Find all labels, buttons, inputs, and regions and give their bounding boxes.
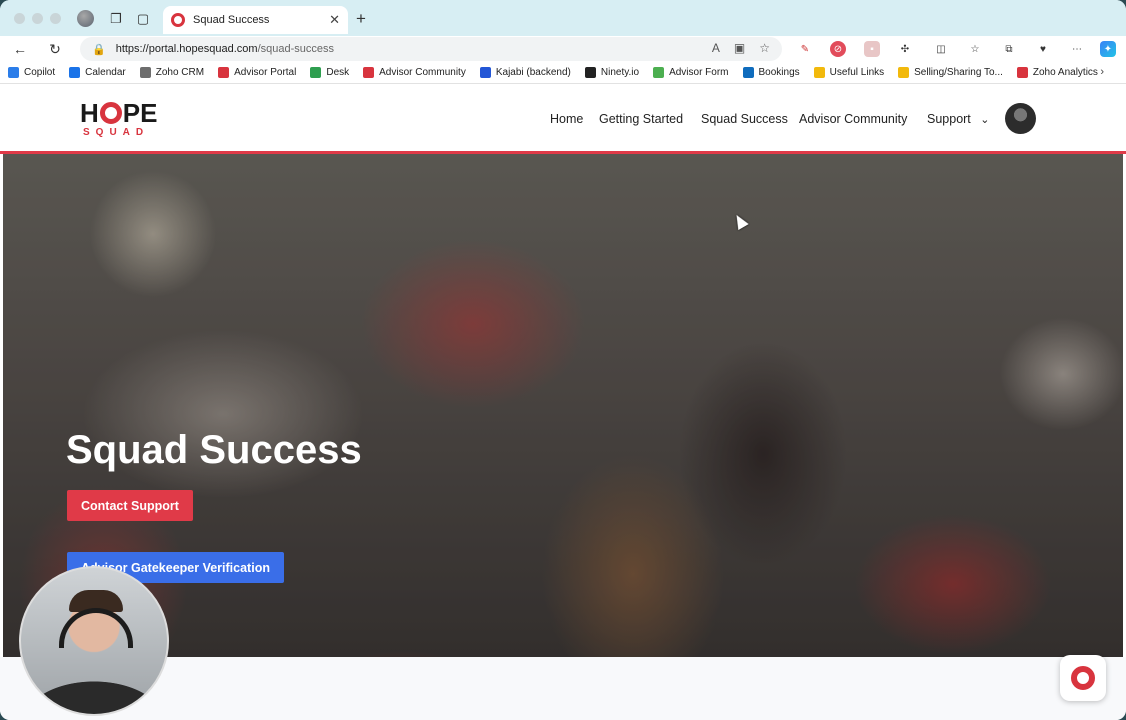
bookmarks-bar: Copilot Calendar Zoho CRM Advisor Portal Des…: [0, 62, 1126, 84]
hero-banner-image: Squad Success Contact Support Advisor Ga…: [3, 154, 1123, 657]
chevron-down-icon: ⌄: [980, 114, 990, 126]
split-screen-icon[interactable]: ◫: [933, 41, 949, 57]
bookmark-label: Useful Links: [829, 67, 885, 78]
site-header: H PE SQUAD Home Getting Started Squad Su…: [0, 84, 1126, 151]
bookmark-label: Selling/Sharing To...: [914, 67, 1003, 78]
url-actions: A ▣ ☆: [712, 41, 770, 55]
url-host: https://portal.hopesquad.com: [115, 43, 258, 55]
bookmark-item[interactable]: Advisor Form: [653, 67, 729, 78]
more-menu-icon[interactable]: ⋯: [1069, 41, 1085, 57]
nav-getting-started[interactable]: Getting Started: [599, 112, 683, 126]
hope-squad-favicon-icon: [171, 13, 185, 27]
bookmark-icon: [8, 67, 19, 78]
bookmark-label: Zoho Analytics: [1032, 67, 1098, 78]
logo-letter-h: H: [80, 98, 99, 128]
bookmark-icon: [742, 67, 754, 78]
bookmark-item[interactable]: Selling/Sharing To...: [898, 67, 1003, 78]
extensions-puzzle-icon[interactable]: ✣: [897, 41, 913, 57]
bookmark-label: Bookings: [758, 67, 800, 78]
url-field[interactable]: 🔒 https://portal.hopesquad.com/squad-suc…: [80, 37, 782, 61]
maximize-window-button[interactable]: [50, 13, 61, 24]
bookmark-item[interactable]: Advisor Community: [363, 67, 466, 78]
hero-title: Squad Success: [66, 428, 362, 472]
immersive-reader-icon[interactable]: ▣: [734, 41, 745, 55]
browser-essentials-icon[interactable]: ♥: [1035, 41, 1051, 57]
bookmark-item[interactable]: Calendar: [69, 67, 126, 78]
tab-actions-icon[interactable]: ▢: [134, 10, 152, 28]
support-chat-button[interactable]: [1060, 655, 1106, 701]
logo-subtitle: SQUAD: [83, 127, 150, 138]
bookmark-item[interactable]: Copilot: [8, 67, 55, 78]
workspaces-icon[interactable]: ❐: [107, 10, 125, 28]
back-icon[interactable]: ←: [10, 39, 30, 59]
hope-squad-logo[interactable]: H PE SQUAD: [80, 100, 160, 138]
webcam-overlay: [19, 566, 169, 716]
headphones-icon: [59, 608, 133, 648]
lifebuoy-icon: [1071, 666, 1095, 690]
bookmark-item[interactable]: Zoho CRM: [139, 67, 205, 78]
bookmark-icon: [310, 67, 322, 78]
bookmark-icon: [69, 67, 81, 78]
tab-strip: ❐ ▢ Squad Success ✕ +: [0, 0, 1126, 36]
tab-squad-success[interactable]: Squad Success ✕: [163, 6, 348, 34]
nav-home[interactable]: Home: [550, 112, 583, 126]
bookmark-item[interactable]: Ninety.io: [584, 67, 640, 78]
bookmark-label: Kajabi (backend): [495, 67, 571, 78]
logo-letters-pe: PE: [122, 98, 158, 128]
nav-squad-success[interactable]: Squad Success: [701, 112, 788, 126]
bookmark-label: Advisor Community: [379, 67, 466, 78]
extension-pin-icon[interactable]: ✎: [797, 41, 813, 57]
read-aloud-icon[interactable]: A: [712, 41, 720, 55]
bookmarks-overflow-icon[interactable]: ›: [1100, 66, 1104, 78]
bookmark-icon: [479, 67, 491, 78]
url-text: https://portal.hopesquad.com/squad-succe…: [116, 43, 334, 55]
url-path: /squad-success: [257, 43, 335, 55]
tab-title: Squad Success: [193, 14, 270, 26]
new-tab-icon[interactable]: +: [356, 9, 366, 29]
browser-profile-icon[interactable]: [77, 10, 94, 27]
bookmark-label: Ninety.io: [600, 67, 640, 78]
bookmark-icon: [584, 67, 596, 78]
minimize-window-button[interactable]: [32, 13, 43, 24]
extension-grey-icon[interactable]: ▪: [864, 41, 880, 57]
close-window-button[interactable]: [14, 13, 25, 24]
user-avatar[interactable]: [1005, 103, 1036, 134]
contact-support-button[interactable]: Contact Support: [67, 490, 193, 521]
bookmark-label: Calendar: [85, 67, 126, 78]
bookmark-label: Zoho CRM: [155, 67, 205, 78]
bookmark-icon: [898, 67, 910, 78]
close-tab-icon[interactable]: ✕: [329, 12, 340, 28]
bookmark-item[interactable]: Bookings: [742, 67, 800, 78]
bookmark-icon: [813, 67, 825, 78]
logo-wordmark: H PE: [80, 100, 160, 126]
bookmark-label: Advisor Portal: [234, 67, 297, 78]
collections-icon[interactable]: ⧉: [1001, 41, 1017, 57]
bookmark-label: Desk: [326, 67, 350, 78]
lifebuoy-icon: [99, 102, 122, 124]
bookmark-icon: [218, 67, 230, 78]
extension-block-icon[interactable]: ⊘: [830, 41, 846, 57]
bookmark-label: Advisor Form: [669, 67, 729, 78]
bookmark-item[interactable]: Desk: [310, 67, 349, 78]
bookmark-item[interactable]: Zoho Analytics: [1016, 67, 1098, 78]
favorites-icon[interactable]: ☆: [967, 41, 983, 57]
browser-window: ❐ ▢ Squad Success ✕ + ← ↻ 🔒 https://port…: [0, 0, 1126, 720]
bookmark-icon: [1016, 67, 1028, 78]
nav-support[interactable]: Support ⌄: [927, 112, 989, 126]
favorite-star-icon[interactable]: ☆: [759, 41, 770, 55]
copilot-icon[interactable]: ✦: [1100, 41, 1116, 57]
bookmark-icon: [139, 67, 151, 78]
address-bar-row: ← ↻ 🔒 https://portal.hopesquad.com/squad…: [0, 36, 1126, 62]
bookmark-label: Copilot: [24, 67, 56, 78]
bookmark-icon: [653, 67, 665, 78]
bookmark-item[interactable]: Advisor Portal: [218, 67, 296, 78]
lock-icon: 🔒: [92, 43, 106, 56]
bookmark-item[interactable]: Kajabi (backend): [479, 67, 571, 78]
refresh-icon[interactable]: ↻: [45, 39, 65, 59]
nav-support-label: Support: [927, 112, 971, 126]
nav-advisor-community[interactable]: Advisor Community: [799, 112, 907, 126]
page-body: [0, 657, 1126, 720]
bookmark-item[interactable]: Useful Links: [813, 67, 885, 78]
bookmark-icon: [363, 67, 375, 78]
